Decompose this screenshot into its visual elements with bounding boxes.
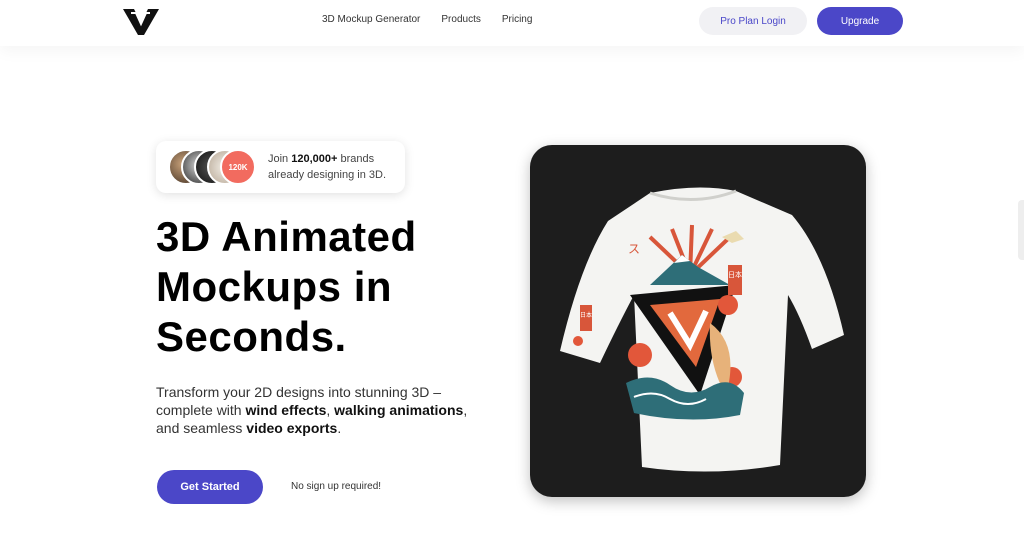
nav-3d-mockup-generator[interactable]: 3D Mockup Generator xyxy=(322,14,420,25)
desc-highlight: wind effects xyxy=(245,402,327,418)
shirt-kanji-right: 日本 xyxy=(728,270,742,279)
desc-text: . xyxy=(337,420,342,436)
desc-text: , xyxy=(326,402,335,418)
side-scroll-handle[interactable] xyxy=(1018,200,1024,260)
brand-logo-icon[interactable] xyxy=(122,7,160,37)
pro-plan-login-button[interactable]: Pro Plan Login xyxy=(699,7,807,35)
tshirt-mockup-image: 日本 ス 日本 xyxy=(530,145,866,497)
hero-title: 3D Animated Mockups in Seconds. xyxy=(156,212,476,362)
get-started-button[interactable]: Get Started xyxy=(157,470,263,504)
social-proof-card: 120K Join 120,000+ brands already design… xyxy=(156,141,405,193)
main-nav: 3D Mockup Generator Products Pricing xyxy=(322,14,532,25)
social-proof-text: Join 120,000+ brands already designing i… xyxy=(268,151,398,183)
hero-title-line: 3D Animated xyxy=(156,213,417,260)
nav-products[interactable]: Products xyxy=(441,14,480,25)
proof-line1-prefix: Join xyxy=(268,153,292,165)
count-badge: 120K xyxy=(220,149,256,185)
avatar-stack: 120K xyxy=(168,149,258,185)
hero-title-line: Seconds. xyxy=(156,313,347,360)
tshirt-icon: 日本 ス 日本 xyxy=(560,187,844,472)
no-signup-note: No sign up required! xyxy=(291,481,382,492)
desc-highlight: walking animations xyxy=(334,402,464,418)
hero-description: Transform your 2D designs into stunning … xyxy=(156,383,486,437)
nav-pricing[interactable]: Pricing xyxy=(502,14,533,25)
shirt-kana-left: ス xyxy=(628,242,640,256)
proof-line2: already designing in 3D. xyxy=(268,169,387,181)
proof-count: 120,000+ xyxy=(291,153,338,165)
hero-title-line: Mockups in xyxy=(156,263,393,310)
sleeve-kanji: 日本 xyxy=(580,311,592,319)
upgrade-button[interactable]: Upgrade xyxy=(817,7,903,35)
site-header: 3D Mockup Generator Products Pricing Pro… xyxy=(0,0,1024,46)
proof-line1-suffix: brands xyxy=(337,153,375,165)
desc-highlight: video exports xyxy=(246,420,338,436)
